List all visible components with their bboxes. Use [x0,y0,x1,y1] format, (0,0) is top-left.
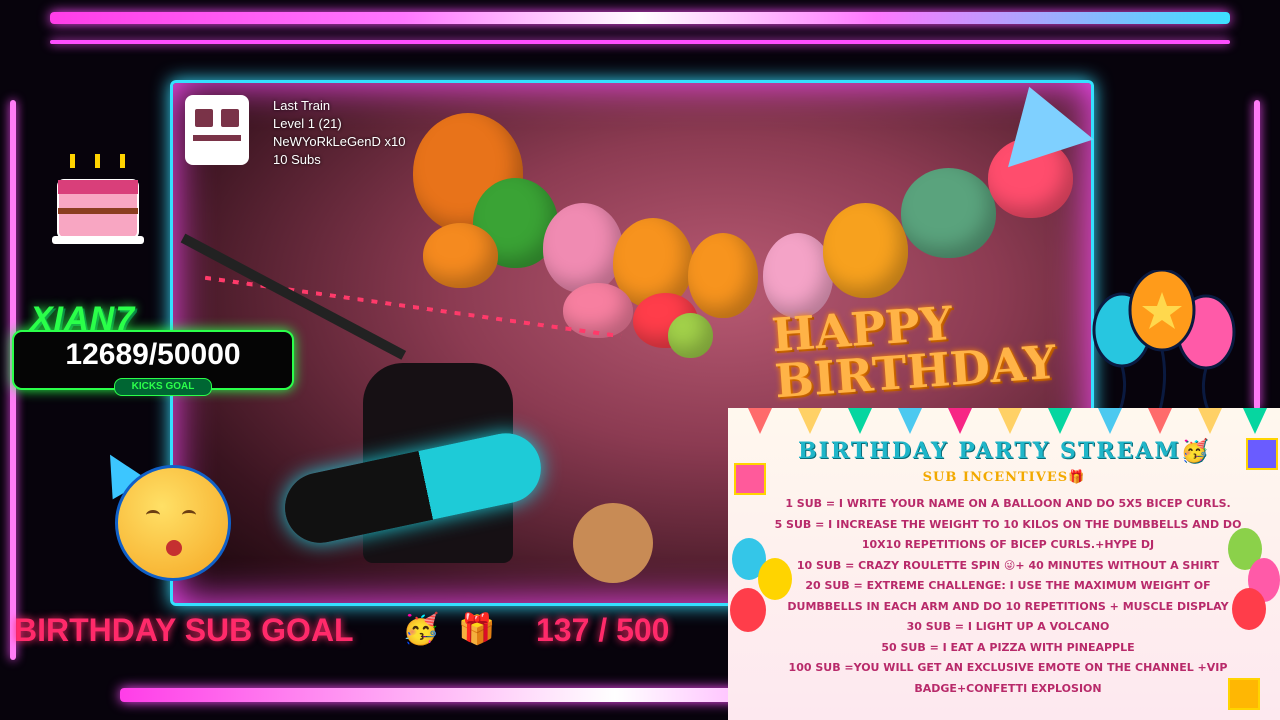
incentive-item: 1 SUB = I WRITE YOUR NAME ON A BALLOON A… [785,497,1231,510]
incentive-item: 5 SUB = I INCREASE THE WEIGHT TO 10 KILO… [774,517,1242,552]
happy-birthday-balloon-banner: HAPPY BIRTHDAY [769,295,1058,409]
train-subs: 10 Subs [273,152,321,167]
kicks-goal-label: KICKS GOAL [114,378,212,396]
train-info: Last Train Level 1 (21) NeWYoRkLeGenD x1… [273,97,405,169]
top-neon-bar [50,12,1230,24]
balloons-icon [1092,270,1236,410]
balloon [543,203,623,293]
panel-subtitle: SUB INCENTIVES🎁 [922,470,1086,485]
sub-goal-progress: 137 / 500 [536,612,670,648]
train-title: Last Train [273,98,331,113]
balloon-icon [730,588,766,632]
incentive-item: 20 SUB = EXTREME CHALLENGE: I USE THE MA… [787,579,1229,613]
incentive-list: 1 SUB = I WRITE YOUR NAME ON A BALLOON A… [768,494,1248,699]
train-level: Level 1 (21) [273,116,342,131]
balloon [823,203,908,298]
train-user: NeWYoRkLeGenD x10 [273,134,406,149]
party-face-icon [115,465,231,581]
party-emoji-icon: 🥳 [402,612,440,647]
top-neon-line [50,40,1230,44]
balloon [668,313,713,358]
balloon [901,168,996,258]
train-icon [185,95,249,165]
sub-goal-label: BIRTHDAY SUB GOAL [14,612,354,648]
balloon [688,233,758,318]
teddy-bear [573,503,653,583]
panel-title: BIRTHDAY PARTY STREAM🥳 [797,438,1211,464]
incentive-item: 100 SUB =YOU WILL GET AN EXCLUSIVE EMOTE… [788,661,1228,695]
incentive-item: 50 SUB = I EAT A PIZZA WITH PINEAPPLE [881,640,1135,654]
kicks-goal-box: 12689/50000 KICKS GOAL [12,330,294,396]
right-neon-rail [1254,100,1260,410]
incentive-item: 30 SUB = I LIGHT UP A VOLCANO [906,620,1110,633]
gift-emoji-icon: 🎁 [458,612,496,647]
incentive-item: 10 SUB = CRAZY ROULETTE SPIN 😜+ 40 MINUT… [796,558,1220,572]
birthday-sub-goal-bar: BIRTHDAY SUB GOAL 🥳 🎁 137 / 500 [10,608,730,654]
birthday-cake-icon [52,154,144,244]
sub-incentives-panel: BIRTHDAY PARTY STREAM🥳 SUB INCENTIVES🎁 1… [728,408,1280,720]
kicks-goal-count: 12689/50000 [65,338,241,371]
balloon [423,223,498,288]
